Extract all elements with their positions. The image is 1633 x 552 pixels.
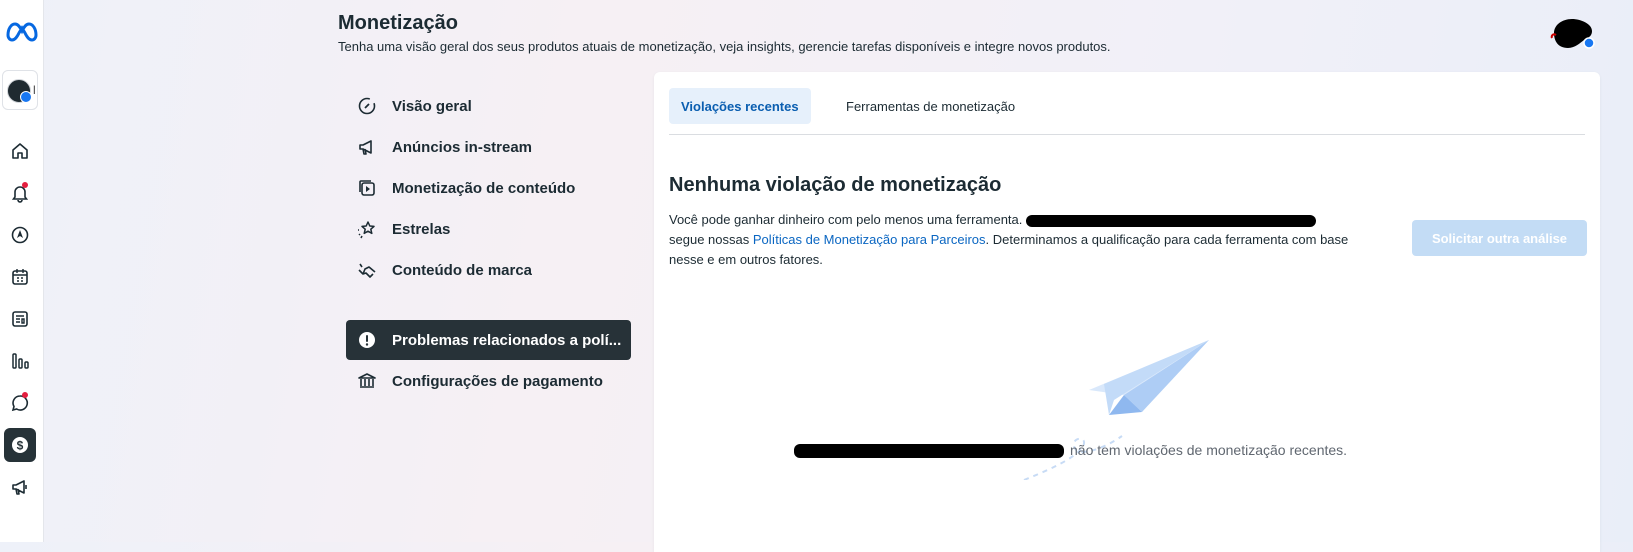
meta-logo-icon[interactable] (0, 20, 43, 46)
bank-icon (356, 370, 378, 392)
account-switcher[interactable]: l (2, 70, 38, 110)
nav-item-label: Conteúdo de marca (392, 261, 533, 279)
redacted-text (1026, 214, 1317, 227)
empty-state-text: não tem violações de monetização recente… (1070, 442, 1348, 458)
nav-item-instream-ads[interactable]: Anúncios in-stream (346, 127, 631, 167)
nav-item-policy-issues[interactable]: Problemas relacionados a polí... (346, 320, 631, 360)
handshake-icon (356, 259, 378, 281)
partner-monetization-policies-link[interactable]: Políticas de Monetização para Parceiros (753, 232, 986, 247)
description-text: Você pode ganhar dinheiro com pelo menos… (669, 212, 1023, 227)
insights-bars-icon (12, 353, 29, 369)
paper-plane-illustration (1023, 340, 1209, 480)
facebook-badge-icon (1583, 37, 1595, 49)
nav-item-label: Visão geral (392, 97, 472, 115)
section-description: Você pode ganhar dinheiro com pelo menos… (669, 210, 1369, 270)
rail-monetization[interactable]: $ (4, 428, 36, 462)
nav-item-content-monetization[interactable]: Monetização de conteúdo (346, 168, 631, 208)
nav-item-label: Estrelas (392, 220, 451, 238)
nav-item-payment-settings[interactable]: Configurações de pagamento (346, 361, 631, 401)
notification-badge (22, 182, 28, 188)
account-label-fragment: l (33, 83, 36, 97)
calendar-icon (12, 269, 28, 285)
tab-bar: Violações recentes Ferramentas de moneti… (669, 88, 1585, 135)
play-stack-icon (356, 177, 378, 199)
profile-avatar[interactable] (1548, 15, 1598, 51)
facebook-badge-icon (20, 91, 32, 103)
notification-badge (22, 392, 28, 398)
nav-item-label: Monetização de conteúdo (392, 179, 576, 197)
nav-item-label: Configurações de pagamento (392, 372, 603, 390)
content-library-icon (12, 311, 28, 327)
nav-item-overview[interactable]: Visão geral (346, 86, 631, 126)
section-heading: Nenhuma violação de monetização (669, 174, 1002, 196)
rail-notifications[interactable] (4, 176, 36, 210)
stars-icon (356, 218, 378, 240)
rail-inbox[interactable] (4, 386, 36, 420)
nav-item-branded-content[interactable]: Conteúdo de marca (346, 250, 631, 290)
tab-recent-violations[interactable]: Violações recentes (669, 88, 811, 124)
page-title: Monetização (338, 12, 459, 34)
request-review-button[interactable]: Solicitar outra análise (1412, 220, 1587, 256)
compass-icon (11, 226, 29, 244)
left-rail: l $ (0, 0, 44, 542)
nav-item-stars[interactable]: Estrelas (346, 209, 631, 249)
megaphone-icon (12, 480, 27, 495)
rail-home[interactable] (4, 134, 36, 168)
alert-circle-icon (356, 329, 378, 351)
rail-insights[interactable] (4, 344, 36, 378)
empty-state-message: não tem violações de monetização recente… (794, 442, 1484, 459)
rail-content-library[interactable] (4, 302, 36, 336)
nav-item-label: Problemas relacionados a polí... (392, 331, 622, 349)
tab-monetization-tools[interactable]: Ferramentas de monetização (834, 88, 1027, 124)
rail-calendar[interactable] (4, 260, 36, 294)
nav-item-label: Anúncios in-stream (392, 138, 533, 156)
violations-card: Violações recentes Ferramentas de moneti… (654, 72, 1600, 552)
redacted-text (794, 444, 1064, 459)
home-icon (12, 143, 28, 159)
page-subtitle: Tenha uma visão geral dos seus produtos … (338, 39, 1111, 54)
dollar-icon: $ (12, 437, 28, 453)
overview-gauge-icon (356, 95, 378, 117)
rail-explore[interactable] (4, 218, 36, 252)
megaphone-icon (356, 136, 378, 158)
rail-ads[interactable] (4, 470, 36, 504)
svg-text:$: $ (17, 439, 24, 453)
description-text: segue nossas (669, 232, 753, 247)
